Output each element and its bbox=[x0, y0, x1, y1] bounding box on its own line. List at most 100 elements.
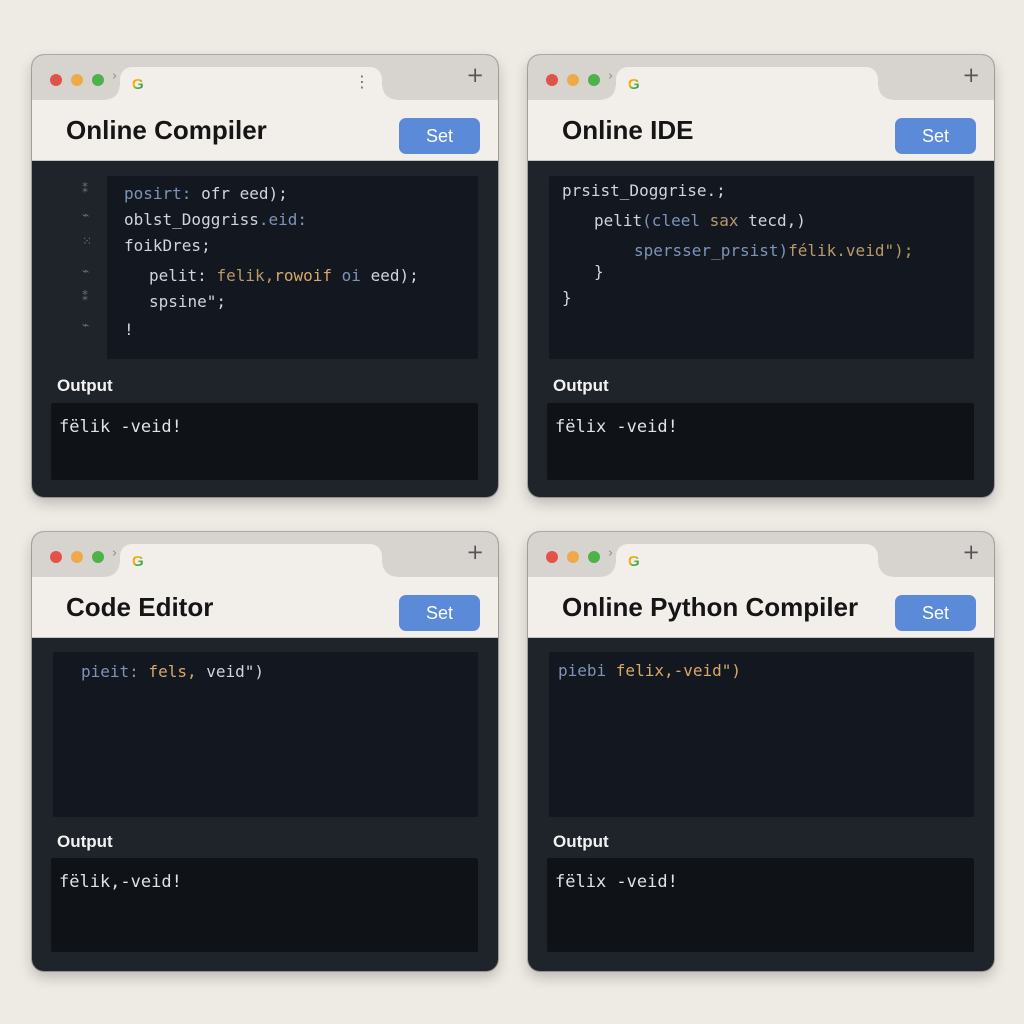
code-token: fels, bbox=[138, 662, 207, 681]
output-label: Output bbox=[553, 376, 609, 395]
minimize-window-button[interactable] bbox=[71, 551, 83, 563]
code-token: pelit bbox=[594, 211, 643, 230]
gutter-marker: ⁙ bbox=[82, 234, 93, 248]
code-token: pieit: bbox=[81, 662, 139, 681]
code-line: pieit: fels, veid") bbox=[81, 662, 264, 681]
code-token: oi bbox=[332, 266, 371, 285]
close-window-button[interactable] bbox=[50, 551, 62, 563]
code-line: prsist_Doggrise.; bbox=[562, 181, 726, 200]
code-editor[interactable]: pieit: fels, veid") bbox=[53, 652, 478, 817]
code-line: pelit(cleel sax tecd,) bbox=[594, 211, 806, 230]
code-token: .eid: bbox=[258, 210, 308, 229]
page-title: Online IDE bbox=[562, 115, 694, 145]
code-editor[interactable]: ⁑ ⌁ ⁙ ⌁ ⁑ ⌁ posirt: ofr eed); oblst_Dogg… bbox=[53, 176, 478, 359]
code-token: prsist_Doggrise.; bbox=[562, 181, 726, 200]
code-line: pelit: felik,rowoif oi eed); bbox=[149, 266, 419, 285]
code-token: } bbox=[594, 262, 604, 281]
page-title: Online Python Compiler bbox=[562, 592, 859, 622]
chevron-right-icon[interactable]: › bbox=[112, 69, 117, 84]
google-icon: G bbox=[628, 553, 640, 570]
browser-tab[interactable]: G ⋮ bbox=[106, 67, 396, 100]
browser-tab[interactable]: G bbox=[602, 67, 892, 100]
code-token: felik, bbox=[216, 266, 275, 285]
app-header: Code Editor Set bbox=[32, 577, 498, 638]
code-editor[interactable]: prsist_Doggrise.; pelit(cleel sax tecd,)… bbox=[549, 176, 974, 359]
output-label: Output bbox=[57, 376, 113, 395]
code-line: posirt: ofr eed); bbox=[124, 184, 288, 203]
code-token: félik.veid"); bbox=[788, 241, 914, 260]
tab-menu-icon[interactable]: ⋮ bbox=[354, 74, 370, 90]
set-button[interactable]: Set bbox=[895, 595, 976, 631]
browser-tab[interactable]: G bbox=[602, 544, 892, 577]
browser-window-online-python-compiler: › G + Online Python Compiler Set piebi f… bbox=[528, 532, 994, 971]
output-label: Output bbox=[57, 832, 113, 851]
output-text: fëlik -veid! bbox=[59, 417, 182, 437]
output-text: fëlix -veid! bbox=[555, 417, 678, 437]
gutter-marker: ⌁ bbox=[82, 264, 90, 278]
code-token: spersser_prsist) bbox=[634, 241, 789, 260]
code-token: tecd,) bbox=[748, 211, 806, 230]
new-tab-button[interactable]: + bbox=[962, 65, 980, 86]
code-line: } bbox=[594, 262, 604, 281]
output-text: fëlik,-veid! bbox=[59, 872, 182, 892]
output-panel: fëlix -veid! bbox=[547, 858, 974, 952]
code-token: sax bbox=[709, 211, 749, 230]
minimize-window-button[interactable] bbox=[567, 74, 579, 86]
new-tab-button[interactable]: + bbox=[466, 542, 484, 563]
gutter-marker: ⌁ bbox=[82, 208, 90, 222]
minimize-window-button[interactable] bbox=[567, 551, 579, 563]
page-title: Online Compiler bbox=[66, 115, 267, 145]
code-token: oblst_Doggriss bbox=[124, 210, 259, 229]
new-tab-button[interactable]: + bbox=[962, 542, 980, 563]
gutter-marker: ⌁ bbox=[82, 318, 90, 332]
output-text: fëlix -veid! bbox=[555, 872, 678, 892]
new-tab-button[interactable]: + bbox=[466, 65, 484, 86]
google-icon: G bbox=[132, 76, 144, 93]
line-gutter: ⁑ ⌁ ⁙ ⌁ ⁑ ⌁ bbox=[53, 176, 107, 359]
code-token: } bbox=[562, 288, 572, 307]
chevron-right-icon[interactable]: › bbox=[608, 546, 613, 561]
google-icon: G bbox=[628, 76, 640, 93]
chevron-right-icon[interactable]: › bbox=[112, 546, 117, 561]
close-window-button[interactable] bbox=[546, 551, 558, 563]
gutter-marker: ⁑ bbox=[82, 182, 88, 196]
maximize-window-button[interactable] bbox=[588, 551, 600, 563]
output-label: Output bbox=[553, 832, 609, 851]
code-token: rowoif bbox=[274, 266, 333, 285]
code-line: } bbox=[562, 288, 572, 307]
code-token: ! bbox=[124, 320, 134, 339]
output-panel: fëlik,-veid! bbox=[51, 858, 478, 952]
output-panel: fëlix -veid! bbox=[547, 403, 974, 480]
set-button[interactable]: Set bbox=[895, 118, 976, 154]
code-token: pelit: bbox=[149, 266, 217, 285]
code-editor[interactable]: piebi felix,-veid") bbox=[549, 652, 974, 817]
browser-window-code-editor: › G + Code Editor Set pieit: fels, veid"… bbox=[32, 532, 498, 971]
maximize-window-button[interactable] bbox=[588, 74, 600, 86]
code-token: foikDres; bbox=[124, 236, 211, 255]
tab-bar: › G ⋮ + bbox=[32, 55, 498, 100]
tab-bar: › G + bbox=[528, 55, 994, 100]
chevron-right-icon[interactable]: › bbox=[608, 69, 613, 84]
code-token: felix,-veid") bbox=[615, 661, 742, 680]
code-line: piebi felix,-veid") bbox=[558, 661, 741, 680]
tab-bar: › G + bbox=[528, 532, 994, 577]
browser-tab[interactable]: G bbox=[106, 544, 396, 577]
maximize-window-button[interactable] bbox=[92, 74, 104, 86]
set-button[interactable]: Set bbox=[399, 595, 480, 631]
code-token: veid") bbox=[206, 662, 265, 681]
minimize-window-button[interactable] bbox=[71, 74, 83, 86]
set-button[interactable]: Set bbox=[399, 118, 480, 154]
close-window-button[interactable] bbox=[546, 74, 558, 86]
code-token: piebi bbox=[558, 661, 616, 680]
page-title: Code Editor bbox=[66, 592, 214, 622]
maximize-window-button[interactable] bbox=[92, 551, 104, 563]
code-token: eed); bbox=[370, 266, 419, 285]
code-line: spsine"; bbox=[149, 292, 226, 311]
code-token: spsine"; bbox=[149, 292, 227, 311]
app-header: Online Python Compiler Set bbox=[528, 577, 994, 638]
close-window-button[interactable] bbox=[50, 74, 62, 86]
code-token: (cleel bbox=[642, 211, 710, 230]
app-header: Online IDE Set bbox=[528, 100, 994, 161]
google-icon: G bbox=[132, 553, 144, 570]
output-panel: fëlik -veid! bbox=[51, 403, 478, 480]
